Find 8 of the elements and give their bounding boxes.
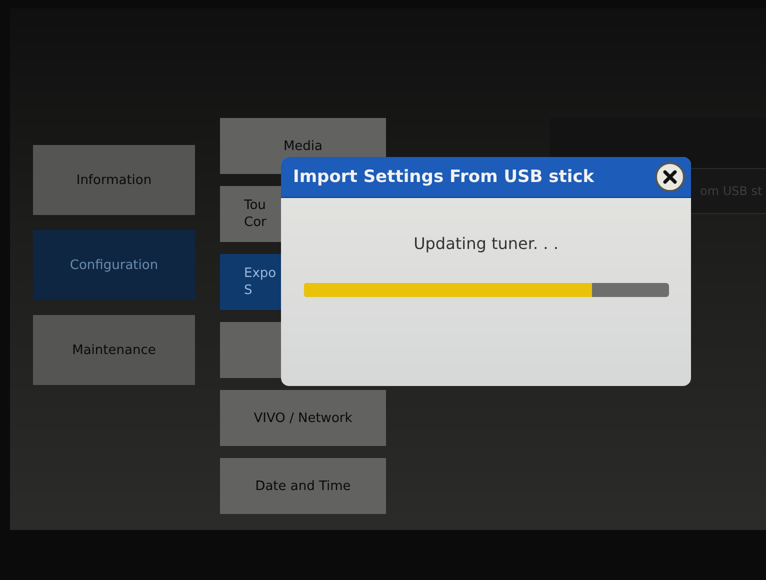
sidebar-item[interactable]: Maintenance bbox=[33, 315, 195, 385]
sidebar-item[interactable]: Configuration bbox=[33, 230, 195, 300]
close-button[interactable] bbox=[655, 162, 685, 192]
sidebar-item[interactable]: Information bbox=[33, 145, 195, 215]
menu-button[interactable]: Date and Time bbox=[220, 458, 386, 514]
close-icon bbox=[662, 169, 678, 185]
status-message: Updating tuner. . . bbox=[412, 234, 560, 253]
menu-button[interactable]: VIVO / Network bbox=[220, 390, 386, 446]
